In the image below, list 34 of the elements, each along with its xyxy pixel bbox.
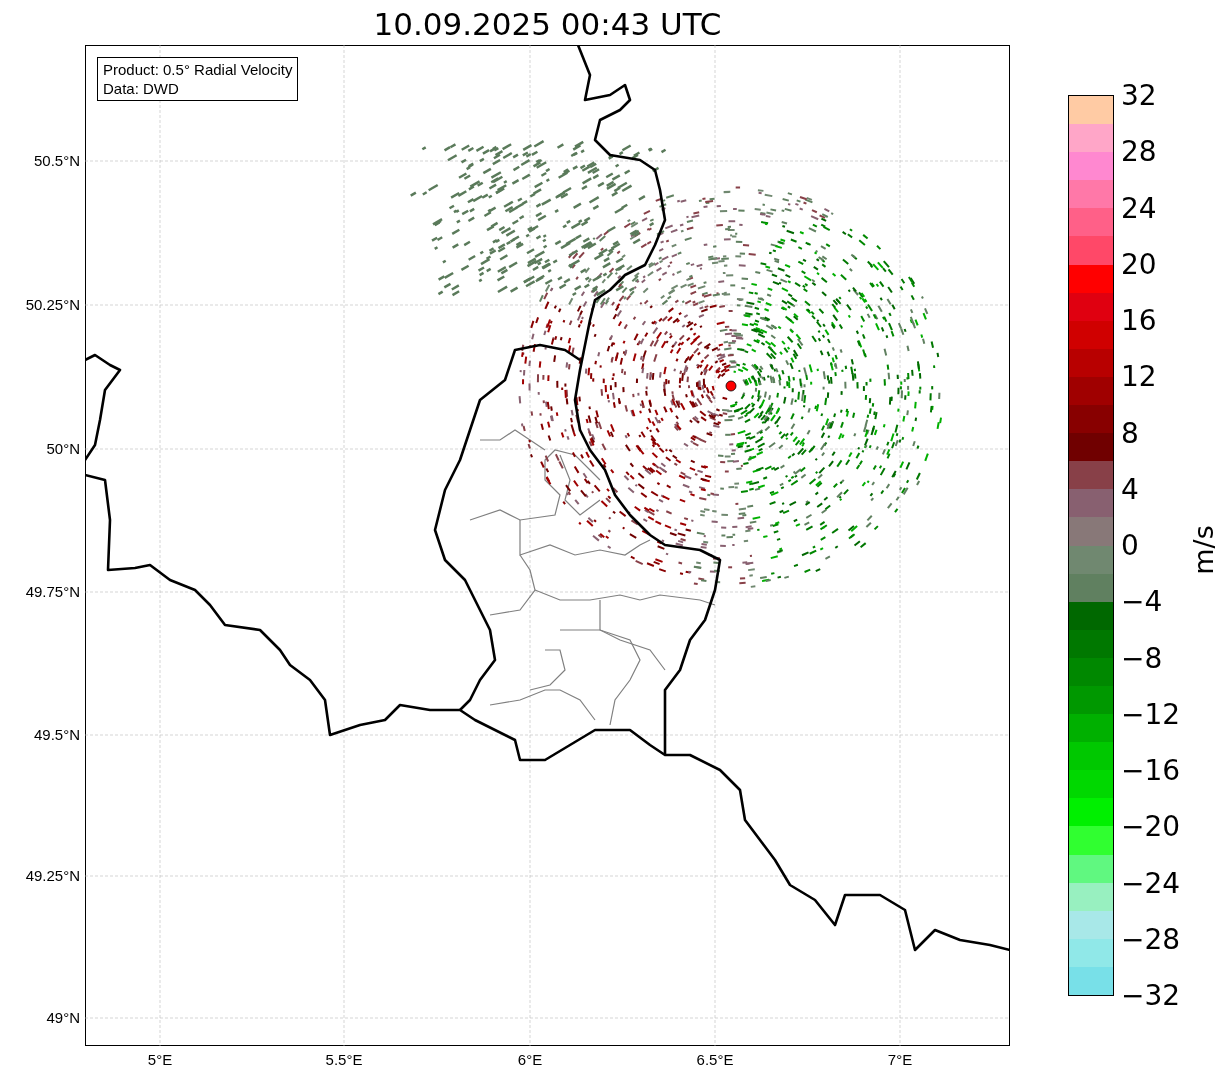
- colorbar-tick-label: 28: [1121, 136, 1157, 169]
- y-tick-label: 50°N: [46, 440, 80, 458]
- colorbar-tick-label: 0: [1121, 530, 1139, 562]
- colorbar-tick-label: 12: [1121, 361, 1157, 394]
- info-line: Product: 0.5° Radial Velocity: [103, 60, 293, 79]
- x-tick-label: 6°E: [516, 1051, 544, 1069]
- colorbar-tick-label: 24: [1121, 192, 1157, 225]
- colorbar-tick-label: −16: [1121, 755, 1181, 787]
- info-line: Data: DWD: [103, 79, 180, 98]
- y-tick-label: 49°N: [46, 1009, 80, 1027]
- chart-title: 10.09.2025 00:43 UTC: [372, 5, 723, 44]
- colorbar-tick-label: −32: [1121, 980, 1181, 1012]
- y-tick-label: 49.5°N: [33, 726, 80, 744]
- radar-site-marker: [725, 380, 737, 392]
- colorbar-tick-label: 4: [1121, 473, 1139, 506]
- colorbar-tick-label: −4: [1121, 586, 1163, 619]
- y-tick-label: 50.25°N: [25, 296, 80, 314]
- x-tick-label: 7°E: [886, 1051, 914, 1069]
- colorbar-tick-label: −24: [1121, 867, 1181, 900]
- colorbar-tick-label: −20: [1121, 811, 1181, 844]
- colorbar-tick-label: −28: [1121, 923, 1181, 956]
- x-tick-label: 5°E: [146, 1051, 174, 1069]
- colorbar-label: m/s: [1188, 525, 1220, 575]
- colorbar-tick-label: 32: [1121, 80, 1157, 112]
- y-tick-label: 49.25°N: [25, 867, 80, 885]
- colorbar-tick-label: 16: [1121, 305, 1157, 337]
- colorbar-tick-label: 20: [1121, 248, 1157, 281]
- x-tick-label: 6.5°E: [695, 1051, 735, 1069]
- colorbar-tick-label: −12: [1121, 698, 1181, 731]
- x-tick-label: 5.5°E: [324, 1051, 364, 1069]
- colorbar-tick-label: 8: [1121, 417, 1139, 450]
- colorbar-tick-label: −8: [1121, 642, 1163, 675]
- y-tick-label: 49.75°N: [25, 583, 80, 601]
- y-tick-label: 50.5°N: [33, 152, 80, 170]
